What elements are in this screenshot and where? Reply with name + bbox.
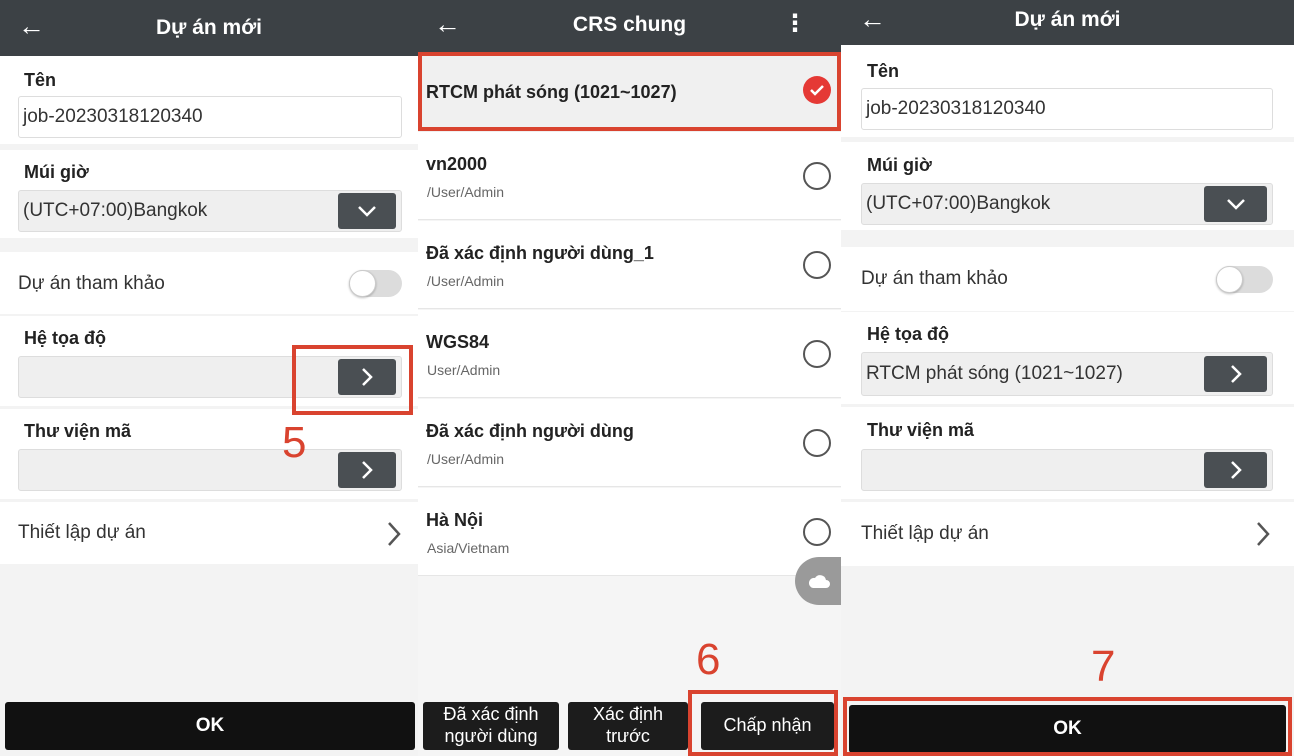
timezone-section: Múi giờ (UTC+07:00)Bangkok xyxy=(0,150,418,238)
crs-label: Hệ tọa độ xyxy=(24,328,107,348)
crs-item-path: Asia/Vietnam xyxy=(427,540,510,556)
crs-section: Hệ tọa độ RTCM phát sóng (1021~1027) xyxy=(841,312,1294,404)
app-header: ← Dự án mới xyxy=(841,0,1294,45)
reference-project-label: Dự án tham khảo xyxy=(861,268,1008,289)
reference-project-label: Dự án tham khảo xyxy=(18,273,165,294)
reference-project-toggle[interactable] xyxy=(349,270,402,297)
code-library-label: Thư viện mã xyxy=(24,421,132,441)
name-section: Tên job-20230318120340 xyxy=(0,56,418,144)
crs-list-item[interactable]: vn2000 /User/Admin xyxy=(418,132,841,220)
crs-select-button[interactable] xyxy=(338,359,396,395)
crs-item-path: /User/Admin xyxy=(427,273,505,289)
crs-item-path: User/Admin xyxy=(427,362,501,378)
crs-item-name: Hà Nội xyxy=(426,510,484,530)
crs-list-item[interactable]: Đã xác định người dùng_1 /User/Admin xyxy=(418,221,841,309)
crs-list-item[interactable]: Đã xác định người dùng /User/Admin xyxy=(418,399,841,487)
crs-item-path: /User/Admin xyxy=(427,451,505,467)
ok-button[interactable]: OK xyxy=(849,705,1286,753)
more-vertical-icon[interactable]: ⋮ xyxy=(783,12,807,36)
annotation-step-5: 5 xyxy=(282,418,307,467)
chevron-down-icon xyxy=(358,206,376,217)
name-value: job-20230318120340 xyxy=(866,98,1046,119)
reference-project-toggle[interactable] xyxy=(1216,266,1273,293)
project-settings-label: Thiết lập dự án xyxy=(18,522,146,543)
timezone-label: Múi giờ xyxy=(867,155,932,175)
page-title: Dự án mới xyxy=(1014,8,1121,31)
annotation-step-6: 6 xyxy=(696,635,721,684)
toggle-knob xyxy=(349,270,376,297)
timezone-value: (UTC+07:00)Bangkok xyxy=(866,193,1051,214)
crs-item-radio[interactable] xyxy=(803,251,831,279)
crs-select-button[interactable] xyxy=(1204,356,1267,392)
new-project-panel-after: ← Dự án mới Tên job-20230318120340 Múi g… xyxy=(841,0,1294,756)
chevron-right-icon xyxy=(1230,461,1242,479)
app-header: ← Dự án mới xyxy=(0,0,418,56)
name-value: job-20230318120340 xyxy=(23,106,203,127)
chevron-down-icon xyxy=(1226,199,1245,210)
ok-button[interactable]: OK xyxy=(5,702,415,750)
code-library-label: Thư viện mã xyxy=(867,420,975,440)
cloud-download-button[interactable] xyxy=(795,557,841,605)
crs-item-radio[interactable] xyxy=(803,340,831,368)
timezone-dropdown-button[interactable] xyxy=(1204,186,1267,222)
chevron-right-icon xyxy=(388,522,401,546)
predefined-label-line2: trước xyxy=(606,726,650,746)
name-field[interactable]: job-20230318120340 xyxy=(861,88,1273,130)
code-library-select-button[interactable] xyxy=(338,452,396,488)
reference-project-row: Dự án tham khảo xyxy=(0,252,418,314)
crs-item-radio[interactable] xyxy=(803,518,831,546)
cloud-icon xyxy=(808,575,830,588)
accept-button[interactable]: Chấp nhận xyxy=(701,702,834,750)
chevron-right-icon xyxy=(1230,365,1242,383)
project-settings-row[interactable]: Thiết lập dự án xyxy=(841,502,1294,566)
toggle-knob xyxy=(1216,266,1243,293)
predefined-button[interactable]: Xác định trước xyxy=(568,702,688,750)
app-header: ← CRS chung ⋮ xyxy=(418,0,841,52)
code-library-section: Thư viện mã xyxy=(0,409,418,499)
user-defined-button[interactable]: Đã xác định người dùng xyxy=(423,702,559,750)
predefined-label-line1: Xác định xyxy=(592,704,664,725)
timezone-dropdown-button[interactable] xyxy=(338,193,396,229)
crs-item-name: Đã xác định người dùng_1 xyxy=(426,243,654,263)
crs-item-radio[interactable] xyxy=(803,162,831,190)
name-label: Tên xyxy=(867,61,900,81)
crs-list-item[interactable]: Hà Nội Asia/Vietnam xyxy=(418,488,841,576)
chevron-right-icon xyxy=(362,461,373,479)
crs-item-path: /User/Admin xyxy=(427,184,505,200)
crs-list-panel: ← CRS chung ⋮ RTCM phát sóng (1021~1027)… xyxy=(418,0,841,756)
code-library-select-button[interactable] xyxy=(1204,452,1267,488)
crs-item-name: Đã xác định người dùng xyxy=(426,421,634,441)
crs-item-radio-selected[interactable] xyxy=(803,76,831,104)
user-defined-label-line2: người dùng xyxy=(444,726,538,746)
crs-list-item[interactable]: WGS84 User/Admin xyxy=(418,310,841,398)
name-label: Tên xyxy=(24,70,57,90)
crs-section: Hệ tọa độ xyxy=(0,316,418,406)
user-defined-label-line1: Đã xác định xyxy=(443,704,539,725)
crs-item-radio[interactable] xyxy=(803,429,831,457)
project-settings-row[interactable]: Thiết lập dự án xyxy=(0,502,418,564)
crs-item-name: vn2000 xyxy=(426,154,488,174)
annotation-step-7: 7 xyxy=(1091,642,1116,691)
crs-value: RTCM phát sóng (1021~1027) xyxy=(866,363,1123,384)
crs-list-item[interactable]: RTCM phát sóng (1021~1027) xyxy=(418,52,841,140)
page-title: Dự án mới xyxy=(156,16,262,39)
crs-item-name: RTCM phát sóng (1021~1027) xyxy=(426,82,677,102)
timezone-section: Múi giờ (UTC+07:00)Bangkok xyxy=(841,142,1294,230)
check-icon xyxy=(810,85,824,96)
page-title: CRS chung xyxy=(572,13,687,36)
reference-project-row: Dự án tham khảo xyxy=(841,247,1294,311)
name-field[interactable]: job-20230318120340 xyxy=(18,96,402,138)
code-library-section: Thư viện mã xyxy=(841,407,1294,499)
timezone-label: Múi giờ xyxy=(24,162,89,182)
new-project-panel-before: ← Dự án mới Tên job-20230318120340 Múi g… xyxy=(0,0,418,756)
timezone-value: (UTC+07:00)Bangkok xyxy=(23,200,208,221)
chevron-right-icon xyxy=(362,368,373,386)
chevron-right-icon xyxy=(1257,522,1270,546)
name-section: Tên job-20230318120340 xyxy=(841,45,1294,137)
crs-label: Hệ tọa độ xyxy=(867,324,950,344)
crs-item-name: WGS84 xyxy=(426,332,490,352)
project-settings-label: Thiết lập dự án xyxy=(861,523,989,544)
